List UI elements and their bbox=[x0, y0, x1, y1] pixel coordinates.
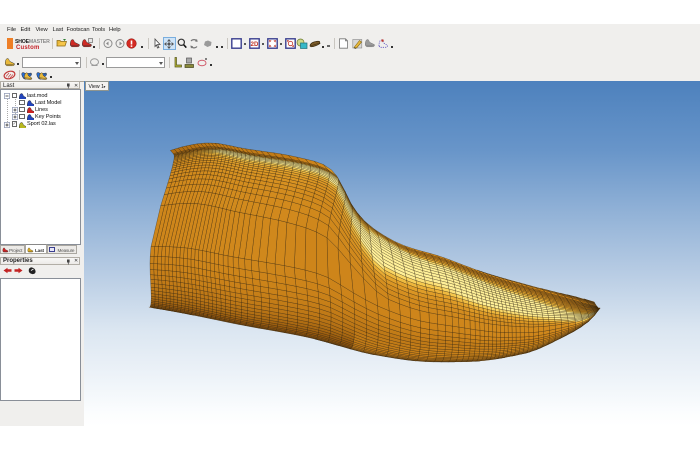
svg-text:2D: 2D bbox=[250, 42, 258, 48]
svg-text:✱: ✱ bbox=[381, 38, 385, 43]
